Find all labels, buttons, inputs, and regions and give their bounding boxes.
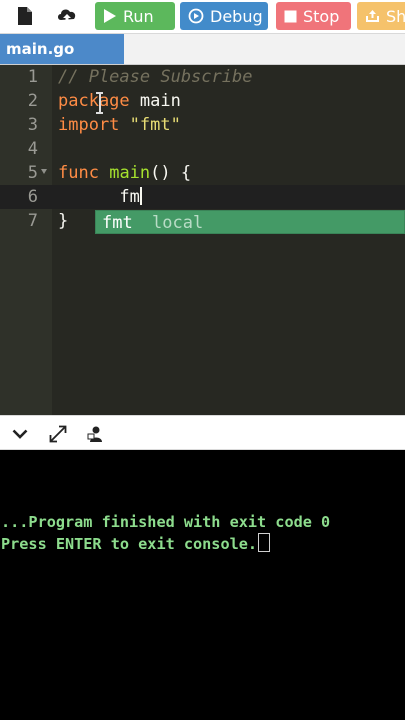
expand-icon (49, 425, 67, 443)
stop-button[interactable]: Stop (276, 2, 351, 30)
upload-icon (58, 9, 76, 23)
user-terminal-icon (87, 426, 102, 442)
line-number: 6 (27, 187, 38, 207)
debug-label: Debug (210, 6, 263, 26)
typed-text: fm (119, 187, 140, 207)
code-line: 4 (0, 137, 405, 161)
file-icon (18, 7, 32, 25)
run-button[interactable]: Run (95, 2, 175, 30)
keyword-func: func (58, 163, 99, 183)
stop-icon (284, 10, 297, 23)
code-line: 5 func main() { (0, 161, 405, 185)
console-output[interactable]: ...Program finished with exit code 0 Pre… (0, 450, 405, 720)
line-number: 3 (27, 115, 38, 135)
suggestion-meta: local (152, 213, 204, 233)
share-label: Sh (386, 6, 405, 26)
file-tab-bar: main.go (0, 34, 405, 65)
code-editor[interactable]: 1 // Please Subscribe 2 package main 3 i… (0, 65, 405, 415)
share-icon (365, 9, 380, 23)
closing-brace: } (58, 211, 69, 231)
console-line-prompt: Press ENTER to exit console. (1, 533, 271, 555)
import-string: "fmt" (129, 115, 181, 135)
code-line: 3 import "fmt" (0, 113, 405, 137)
upload-button[interactable] (50, 2, 84, 30)
new-file-button[interactable] (8, 2, 42, 30)
play-icon (103, 8, 117, 24)
code-line: 2 package main (0, 89, 405, 113)
expand-console-button[interactable] (48, 425, 68, 443)
suggestion-name: fmt (102, 213, 133, 233)
console-settings-button[interactable] (86, 425, 106, 443)
console-line: ...Program finished with exit code 0 (1, 513, 331, 531)
line-number: 1 (27, 67, 38, 87)
stop-label: Stop (303, 6, 340, 26)
debug-button[interactable]: Debug (180, 2, 268, 30)
share-button[interactable]: Sh (357, 2, 405, 30)
tab-label: main.go (6, 40, 75, 58)
function-signature: () { (150, 163, 192, 183)
line-number: 5 (27, 163, 38, 183)
package-name: main (129, 91, 181, 111)
keyword-import: import (58, 115, 120, 135)
run-label: Run (123, 6, 154, 26)
line-number: 7 (27, 211, 38, 231)
terminal-cursor (258, 533, 271, 552)
code-line-active: 6 fm (0, 185, 405, 209)
line-number: 2 (27, 91, 38, 111)
comment-text: // Please Subscribe (58, 67, 253, 87)
chevron-down-icon (12, 429, 28, 439)
function-name: main (109, 163, 151, 183)
mouse-ibeam-cursor-icon (96, 92, 103, 114)
fold-arrow-icon[interactable] (41, 169, 47, 174)
toolbar: Run Debug Stop Sh (0, 0, 405, 34)
debug-icon (188, 8, 204, 24)
tab-main-go[interactable]: main.go (0, 34, 124, 64)
code-line: 1 // Please Subscribe (0, 65, 405, 89)
line-number: 4 (27, 139, 38, 159)
console-toolbar (0, 415, 405, 450)
autocomplete-suggestion[interactable]: fmt local (95, 210, 405, 234)
keyword-package: package (58, 91, 130, 111)
console-prompt-text: Press ENTER to exit console. (1, 535, 258, 553)
text-cursor (139, 187, 142, 205)
collapse-console-button[interactable] (10, 425, 30, 443)
